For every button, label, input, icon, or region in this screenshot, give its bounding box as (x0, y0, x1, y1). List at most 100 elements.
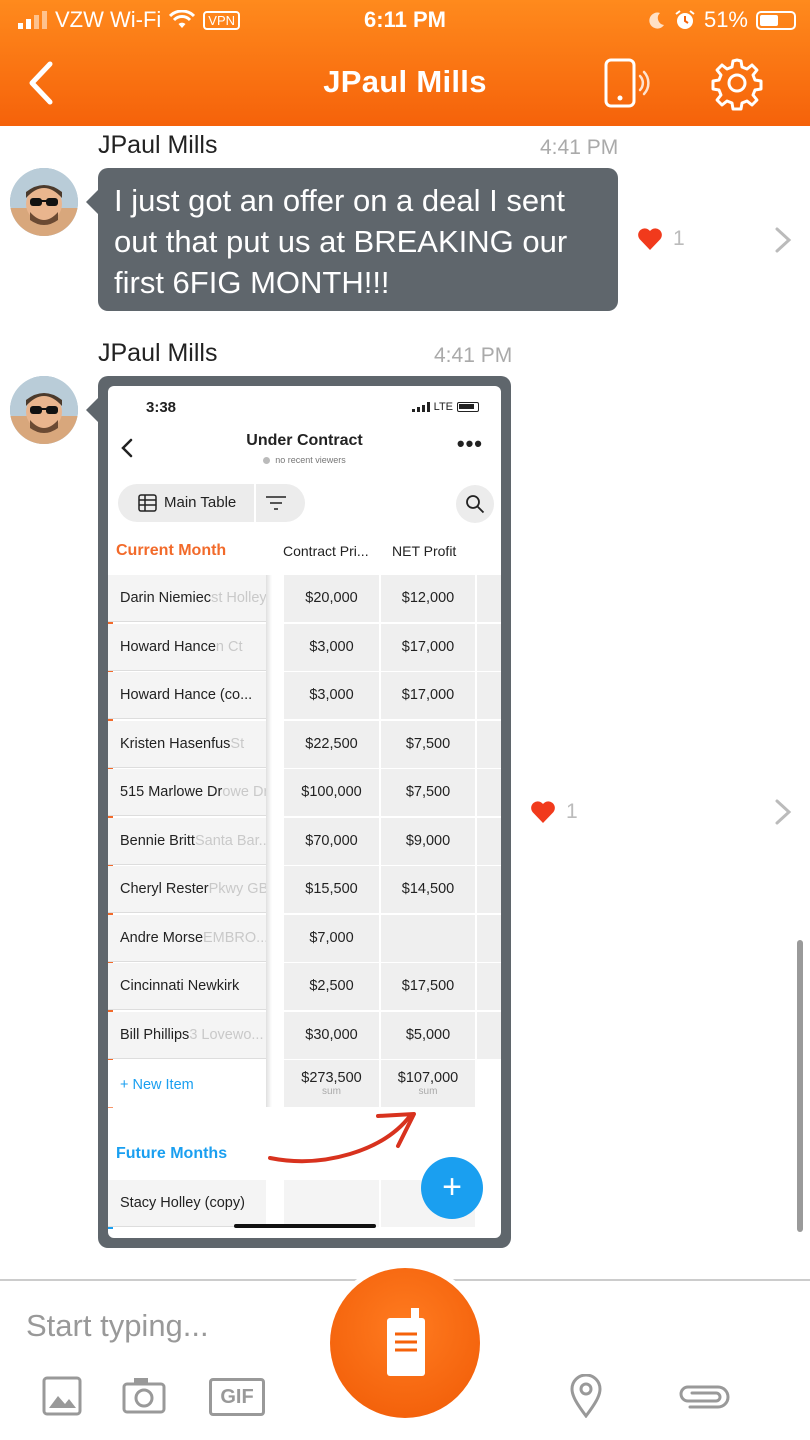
message-bubble[interactable]: I just got an offer on a deal I sent out… (86, 168, 618, 311)
table-row: Andre MorseEMBRO... $7,000 (108, 914, 501, 963)
row-name-ghost: Pkwy GB (208, 881, 266, 897)
embedded-screenshot[interactable]: 3:38 LTE Under Contract no recent viewer… (108, 386, 501, 1238)
message-input[interactable]: Start typing... (26, 1308, 209, 1344)
paperclip-icon[interactable] (676, 1381, 730, 1411)
cell-net-profit: $12,000 (381, 575, 475, 622)
embedded-board-title: Under Contract (246, 432, 363, 449)
battery-percent: 51% (703, 7, 748, 32)
cell-net-profit: $5,000 (381, 1011, 475, 1059)
gif-button[interactable]: GIF (209, 1378, 265, 1416)
image-message-bubble[interactable]: 3:38 LTE Under Contract no recent viewer… (86, 376, 511, 1248)
table-icon (138, 494, 157, 512)
table-row: Howard Hance (co... $3,000 $17,000 (108, 672, 501, 721)
embedded-search-icon (456, 485, 494, 523)
top-bar: VZW Wi-Fi VPN 6:11 PM 51% JPaul Mills (0, 0, 810, 126)
cell-next-column (477, 672, 501, 719)
red-arrow-annotation (268, 1112, 416, 1164)
sum-contract-value: $273,500 (301, 1070, 362, 1086)
cell-net-profit: $7,500 (381, 769, 475, 816)
chevron-right-icon[interactable] (772, 226, 794, 254)
more-options-icon: ••• (456, 431, 483, 456)
like-number: 1 (673, 227, 685, 250)
table-row: 515 Marlowe Drowe Dr $100,000 $7,500 (108, 769, 501, 818)
home-indicator (234, 1224, 376, 1228)
cell-net-profit: $7,500 (381, 720, 475, 768)
table-row: Cincinnati Newkirk $2,500 $17,500 (108, 963, 501, 1012)
row-name-ghost: Santa Bar... (194, 832, 266, 849)
sticky-column-shadow (266, 575, 272, 1107)
camera-icon[interactable] (122, 1376, 166, 1416)
message-timestamp: 4:41 PM (540, 136, 619, 159)
sum-profit-value: $107,000 (397, 1070, 459, 1086)
avatar-photo-icon (10, 376, 78, 444)
cell-next-column (477, 817, 501, 865)
cell-next-column (477, 720, 501, 768)
row-name: Bill Phillips3 Lovewo... (108, 1011, 266, 1059)
cell-net-profit: $17,000 (381, 672, 475, 719)
cell-net-profit: $17,500 (381, 963, 475, 1010)
location-pin-icon[interactable] (569, 1374, 603, 1418)
cell-contract-price: $3,000 (284, 623, 379, 671)
table-row: Bill Phillips3 Lovewo... $30,000 $5,000 (108, 1011, 501, 1060)
gallery-icon[interactable] (42, 1376, 82, 1416)
cell-contract-price: $3,000 (284, 672, 379, 719)
cell-next-column (477, 914, 501, 962)
scrollbar[interactable] (797, 940, 803, 1232)
like-count[interactable]: 1 (530, 800, 578, 824)
chat-screen: VZW Wi-Fi VPN 6:11 PM 51% JPaul Mills JP… (0, 0, 810, 1440)
message-sender: JPaul Mills (98, 339, 218, 367)
row-name: Cheryl ResterPkwy GB (108, 866, 266, 913)
row-name: Bennie BrittSanta Bar... (108, 817, 266, 865)
sum-label: sum (322, 1086, 341, 1097)
group-current-month: Current Month (116, 542, 227, 559)
message-sender: JPaul Mills (98, 131, 218, 159)
table-row: Kristen HasenfusSt $22,500 $7,500 (108, 720, 501, 769)
cell-contract-price: $7,000 (284, 914, 379, 962)
row-name: Howard Hance (co... (108, 672, 266, 719)
status-bar: VZW Wi-Fi VPN 6:11 PM 51% (0, 0, 810, 40)
avatar[interactable] (10, 376, 78, 444)
chevron-right-icon[interactable] (772, 798, 794, 826)
new-item-link: + New Item (108, 1060, 266, 1107)
settings-gear-icon[interactable] (708, 54, 766, 112)
filter-icon (266, 496, 286, 510)
row-name: Stacy Holley (copy) (108, 1180, 266, 1227)
cell-next-column (477, 623, 501, 671)
embedded-viewers: no recent viewers (108, 455, 501, 465)
row-name-ghost: st Holley (211, 590, 266, 606)
walkie-talkie-icon (387, 1308, 425, 1376)
column-header-profit: NET Profit (392, 543, 457, 559)
cell-next-column (477, 769, 501, 816)
row-name-ghost: St (230, 735, 245, 752)
walkie-phone-icon[interactable] (600, 56, 656, 112)
row-name-ghost: EMBRO... (203, 929, 266, 946)
table-summary-row: + New Item $273,500 sum $107,000 sum (108, 1060, 501, 1108)
message-text: I just got an offer on a deal I sent out… (114, 183, 568, 300)
embedded-view-label: Main Table (164, 494, 237, 511)
avatar-photo-icon (10, 168, 78, 236)
cell-contract-price: $22,500 (284, 720, 379, 768)
row-name-ghost: n Ct (215, 638, 243, 655)
message-timestamp: 4:41 PM (434, 344, 513, 367)
cell-net-profit (381, 914, 475, 962)
cell-net-profit: $9,000 (381, 817, 475, 865)
add-item-button: + (421, 1157, 483, 1219)
cell-net-profit: $14,500 (381, 866, 475, 913)
table-row: Cheryl ResterPkwy GB $15,500 $14,500 (108, 866, 501, 915)
moon-icon (649, 12, 664, 29)
row-name: 515 Marlowe Drowe Dr (108, 769, 266, 816)
cell-next-column (477, 575, 501, 622)
row-name: Andre MorseEMBRO... (108, 914, 266, 962)
push-to-talk-button[interactable] (325, 1263, 485, 1423)
cell-contract-price: $20,000 (284, 575, 379, 622)
heart-icon (638, 228, 662, 250)
avatar[interactable] (10, 168, 78, 236)
column-header-contract: Contract Pri... (283, 543, 369, 559)
like-number: 1 (566, 800, 578, 823)
table-row: Darin Niemiecst Holley $20,000 $12,000 (108, 575, 501, 624)
embedded-status-time: 3:38 (146, 399, 177, 416)
like-count[interactable]: 1 (637, 227, 685, 251)
embedded-view-selector: Main Table (118, 484, 305, 522)
conversation-title: JPaul Mills (323, 64, 487, 99)
cell-next-column (477, 963, 501, 1010)
